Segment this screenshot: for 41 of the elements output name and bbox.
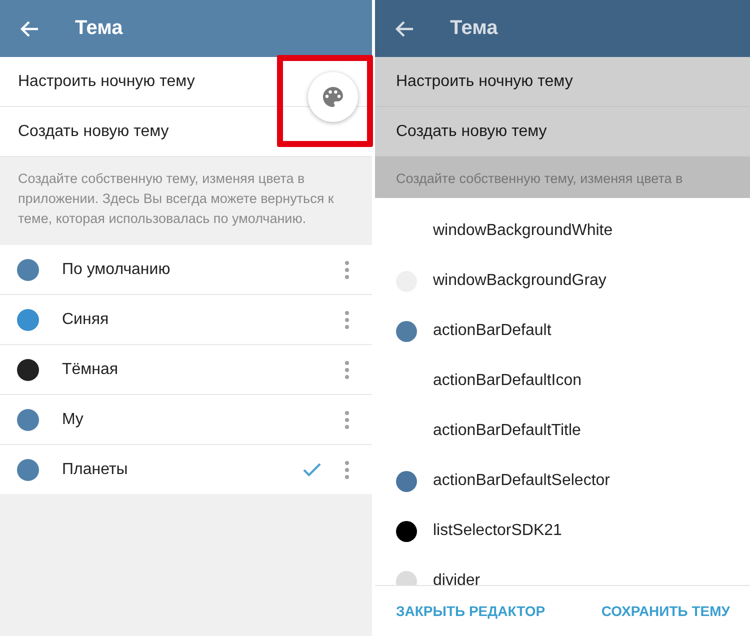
menu-item[interactable]: Создать новую тему [396, 120, 547, 144]
theme-name: По умолчанию [62, 260, 172, 278]
more-options-icon[interactable] [344, 410, 350, 430]
description-text: Создайте собственную тему, изменяя цвета в [396, 170, 684, 188]
more-options-icon[interactable] [344, 460, 350, 480]
color-name: actionBarDefaultIcon [433, 372, 582, 390]
theme-name: Тёмная [62, 360, 120, 378]
color-item[interactable]: listSelectorSDK21 [375, 506, 750, 556]
color-name: listSelectorSDK21 [433, 522, 562, 540]
color-name: actionBarDefaultSelector [433, 472, 610, 490]
color-item[interactable]: windowBackgroundWhite [375, 206, 750, 256]
screen-title: Тема [450, 17, 498, 40]
color-item[interactable]: actionBarDefault [375, 306, 750, 356]
color-name: actionBarDefaultTitle [433, 422, 581, 440]
more-options-icon[interactable] [344, 360, 350, 380]
theme-name: Планеты [62, 460, 129, 478]
palette-icon[interactable] [322, 86, 344, 108]
theme-name: Синяя [62, 310, 110, 328]
theme-item[interactable]: My [0, 395, 372, 445]
theme-item[interactable]: Синяя [0, 295, 372, 345]
color-item[interactable]: divider [375, 556, 750, 585]
description-text: Создайте собственную тему, изменяя цвета в приложении. Здесь Вы всегда можете вернуться к теме, которая использовалась по умолчанию. [17, 170, 335, 228]
color-name: actionBarDefault [433, 322, 552, 340]
color-name: divider [433, 572, 480, 585]
theme-item[interactable]: По умолчанию [0, 245, 372, 295]
menu-item[interactable]: Настроить ночную тему [18, 70, 195, 94]
theme-item[interactable]: Планеты [0, 445, 372, 494]
color-name: windowBackgroundWhite [433, 222, 613, 240]
menu-item[interactable]: Настроить ночную тему [396, 70, 573, 94]
screen-title: Тема [75, 17, 123, 40]
color-item[interactable]: actionBarDefaultIcon [375, 356, 750, 406]
color-item[interactable]: actionBarDefaultTitle [375, 406, 750, 456]
more-options-icon[interactable] [344, 310, 350, 330]
theme-name: My [62, 410, 84, 428]
color-item[interactable]: actionBarDefaultSelector [375, 456, 750, 506]
color-name: windowBackgroundGray [433, 272, 606, 290]
theme-item[interactable]: Тёмная [0, 345, 372, 395]
back-arrow-icon[interactable] [394, 20, 414, 38]
menu-item[interactable]: Создать новую тему [18, 120, 169, 144]
color-item[interactable]: windowBackgroundGray [375, 256, 750, 306]
more-options-icon[interactable] [344, 260, 350, 280]
